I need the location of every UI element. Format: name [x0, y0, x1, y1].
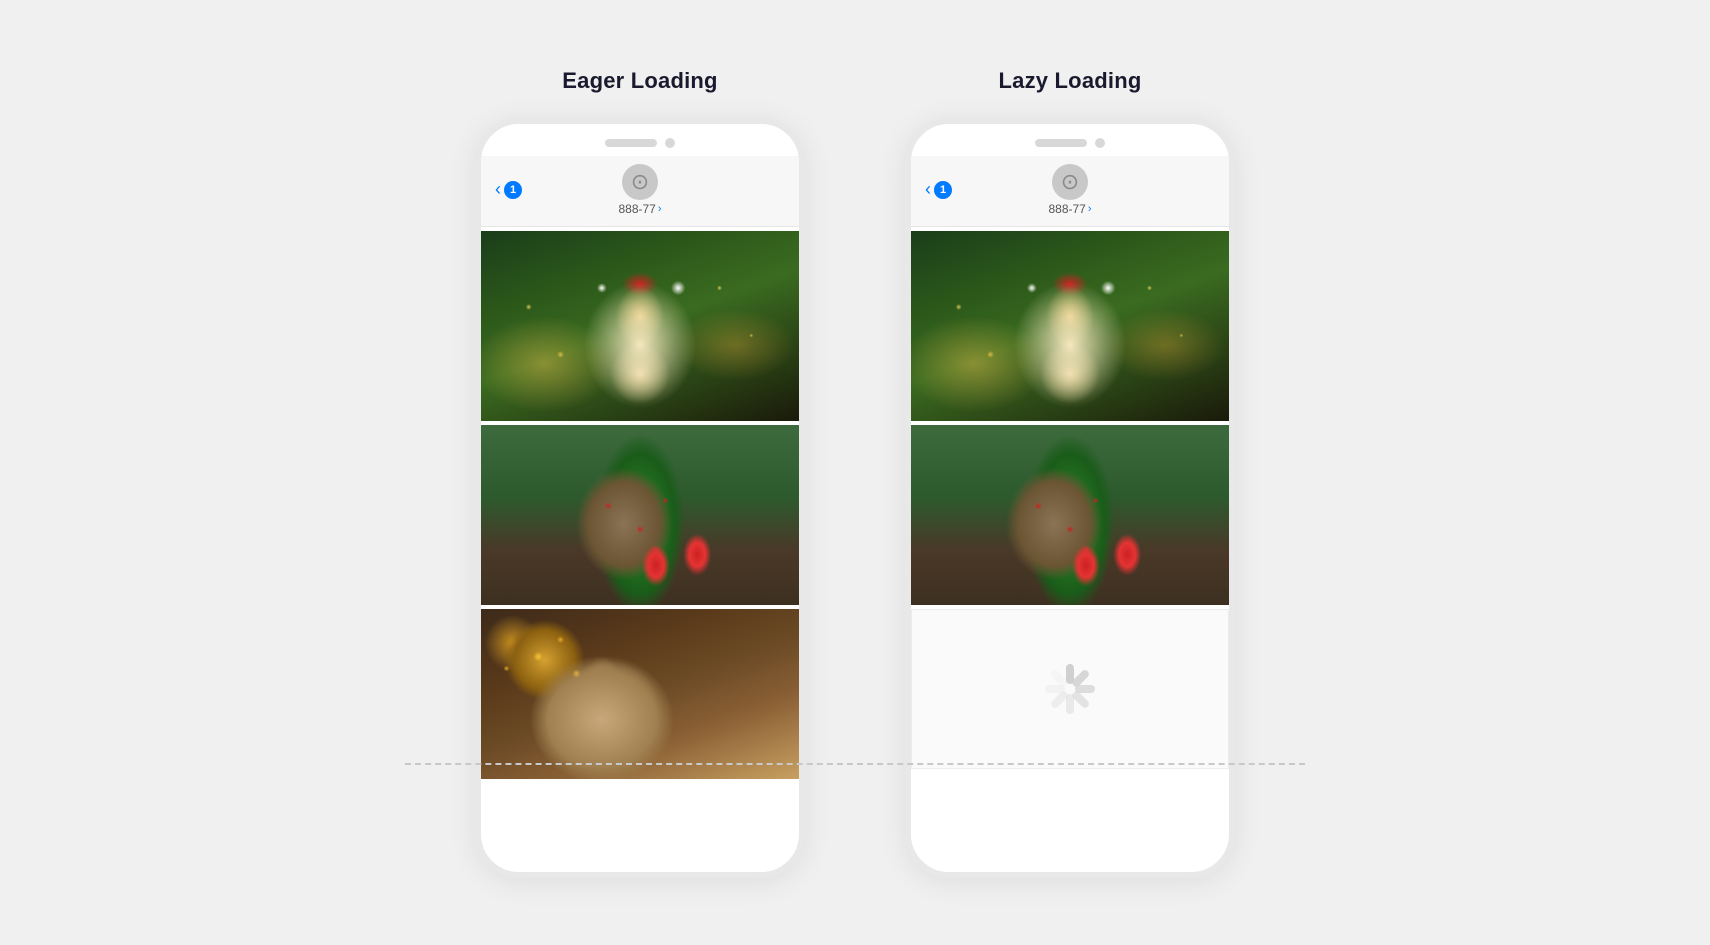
avatar-icon-eager: ⊙	[631, 169, 649, 195]
contact-chevron-eager: ›	[658, 203, 662, 215]
eager-loading-column: Eager Loading ‹ 1 ⊙ 888-77	[475, 68, 805, 878]
back-chevron-lazy: ‹	[925, 179, 931, 200]
notch-pill-lazy	[1035, 139, 1087, 147]
back-button-lazy[interactable]: ‹ 1	[925, 179, 952, 200]
bulldog-tree-image-lazy	[911, 425, 1229, 605]
eager-image-1	[481, 231, 799, 421]
eager-loading-phone: ‹ 1 ⊙ 888-77 ›	[475, 118, 805, 878]
lazy-loading-phone: ‹ 1 ⊙ 888-77 ›	[905, 118, 1235, 878]
lazy-loading-column: Lazy Loading ‹ 1 ⊙ 888-77	[905, 68, 1235, 878]
header-center-eager: ⊙ 888-77 ›	[618, 164, 661, 216]
back-button-eager[interactable]: ‹ 1	[495, 179, 522, 200]
avatar-icon-lazy: ⊙	[1061, 169, 1079, 195]
notch-pill	[605, 139, 657, 147]
phone-header-eager: ‹ 1 ⊙ 888-77 ›	[481, 156, 799, 227]
back-badge-eager: 1	[504, 181, 522, 199]
cat-xmas-image-eager	[481, 609, 799, 779]
phone-content-eager	[481, 227, 799, 872]
eager-image-3	[481, 609, 799, 779]
eager-loading-title: Eager Loading	[562, 68, 717, 94]
avatar-eager: ⊙	[622, 164, 658, 200]
notch-dot-lazy	[1095, 138, 1105, 148]
avatar-lazy: ⊙	[1052, 164, 1088, 200]
contact-number-eager: 888-77	[618, 202, 655, 216]
lazy-image-2	[911, 425, 1229, 605]
dog-santa-image-eager	[481, 231, 799, 421]
lazy-loading-title: Lazy Loading	[999, 68, 1142, 94]
phone-notch-eager	[481, 124, 799, 156]
eager-image-2	[481, 425, 799, 605]
lazy-loading-slot	[911, 609, 1229, 769]
phone-content-lazy	[911, 227, 1229, 872]
contact-chevron-lazy: ›	[1088, 203, 1092, 215]
contact-number-lazy: 888-77	[1048, 202, 1085, 216]
bulldog-tree-image-eager	[481, 425, 799, 605]
lazy-image-1	[911, 231, 1229, 421]
header-center-lazy: ⊙ 888-77 ›	[1048, 164, 1091, 216]
back-chevron-eager: ‹	[495, 179, 501, 200]
back-badge-lazy: 1	[934, 181, 952, 199]
contact-name-lazy[interactable]: 888-77 ›	[1048, 202, 1091, 216]
notch-dot	[665, 138, 675, 148]
phone-header-lazy: ‹ 1 ⊙ 888-77 ›	[911, 156, 1229, 227]
loading-spinner	[1045, 664, 1095, 714]
contact-name-eager[interactable]: 888-77 ›	[618, 202, 661, 216]
page-wrapper: Eager Loading ‹ 1 ⊙ 888-77	[0, 0, 1710, 945]
phone-notch-lazy	[911, 124, 1229, 156]
dog-santa-image-lazy	[911, 231, 1229, 421]
